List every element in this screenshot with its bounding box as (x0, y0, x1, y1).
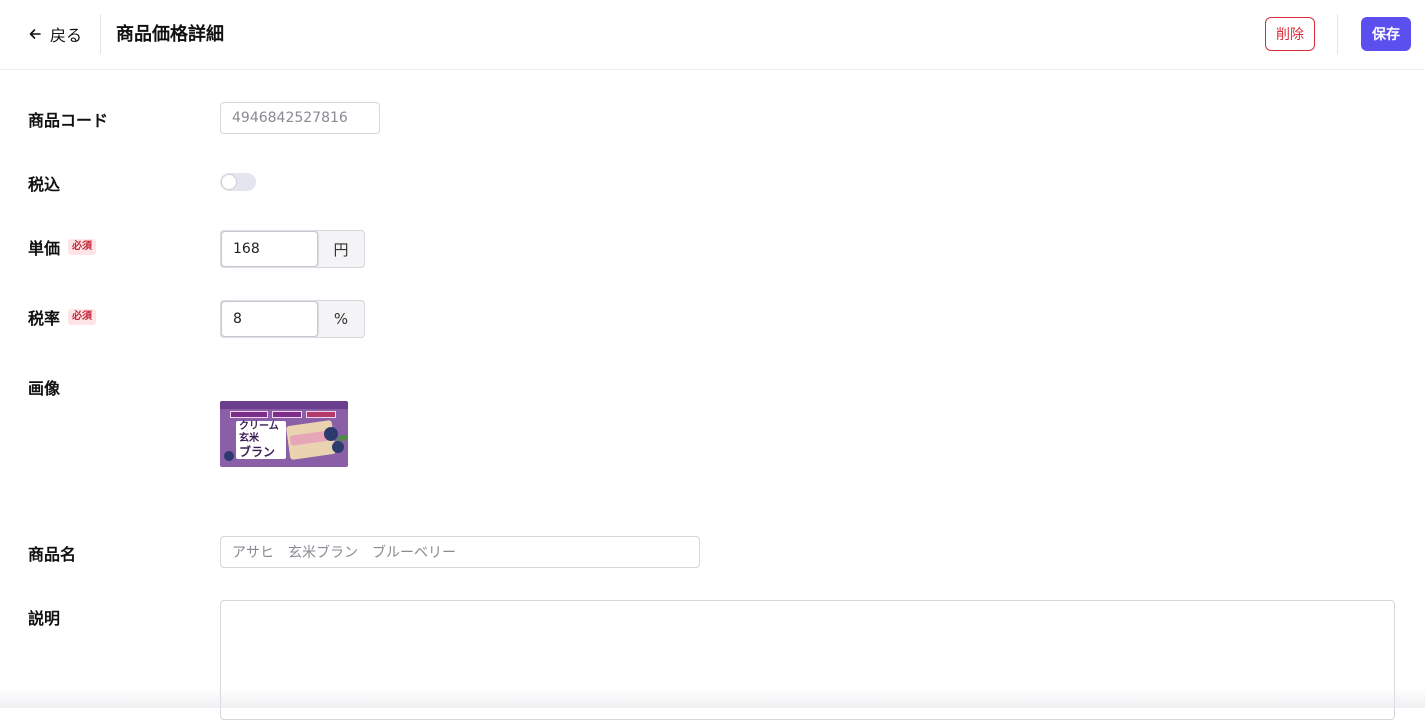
image-label-text: 画像 (28, 379, 61, 398)
product-name-label-text: 商品名 (28, 545, 77, 564)
description-label: 説明 (28, 605, 60, 629)
delete-button[interactable]: 削除 (1265, 17, 1315, 51)
tax-included-label-text: 税込 (28, 175, 61, 194)
blueberry-shape (324, 427, 338, 441)
required-badge: 必須 (68, 309, 97, 325)
unit-price-input[interactable]: 168 (221, 231, 318, 267)
description-label-text: 説明 (28, 609, 61, 628)
tax-rate-label: 税率 必須 (28, 305, 97, 329)
tax-included-toggle[interactable] (220, 173, 256, 191)
package-band (220, 401, 348, 409)
product-name-field[interactable]: アサヒ 玄米ブラン ブルーベリー (220, 536, 700, 568)
back-label: 戻る (50, 26, 83, 45)
package-title-line2: ブラン (239, 445, 276, 459)
back-button[interactable]: 戻る (28, 22, 82, 46)
leaf-shape (338, 435, 347, 441)
tax-rate-input[interactable]: 8 (221, 301, 318, 337)
unit-price-unit: 円 (333, 240, 349, 259)
arrow-left-icon (29, 29, 41, 39)
tax-rate-group: 8 % (220, 300, 365, 338)
product-code-label: 商品コード (28, 107, 108, 131)
package-badge (230, 411, 268, 418)
unit-price-group: 168 円 (220, 230, 365, 268)
tax-included-label: 税込 (28, 171, 60, 195)
required-badge: 必須 (68, 239, 97, 255)
product-code-field[interactable]: 4946842527816 (220, 102, 380, 134)
header-divider-right (1337, 14, 1338, 54)
unit-price-label-text: 単価 (28, 239, 61, 258)
page-header: 戻る 商品価格詳細 削除 保存 (0, 0, 1425, 70)
blueberry-shape (224, 451, 234, 461)
package-badge (306, 411, 336, 418)
image-label: 画像 (28, 375, 60, 399)
package-title: クリーム玄米 ブラン (236, 421, 286, 459)
save-button[interactable]: 保存 (1361, 17, 1411, 51)
package-title-line1: クリーム玄米 (239, 421, 279, 444)
unit-price-label: 単価 必須 (28, 235, 97, 259)
tax-rate-unit: % (333, 310, 349, 328)
description-textarea[interactable] (220, 600, 1395, 720)
product-image[interactable]: クリーム玄米 ブラン (220, 401, 348, 467)
product-code-label-text: 商品コード (28, 111, 109, 130)
blueberry-shape (332, 441, 344, 453)
page-title: 商品価格詳細 (116, 24, 224, 45)
tax-rate-label-text: 税率 (28, 309, 61, 328)
toggle-knob (221, 174, 237, 190)
header-divider (100, 14, 101, 54)
package-badge (272, 411, 302, 418)
product-name-label: 商品名 (28, 541, 76, 565)
